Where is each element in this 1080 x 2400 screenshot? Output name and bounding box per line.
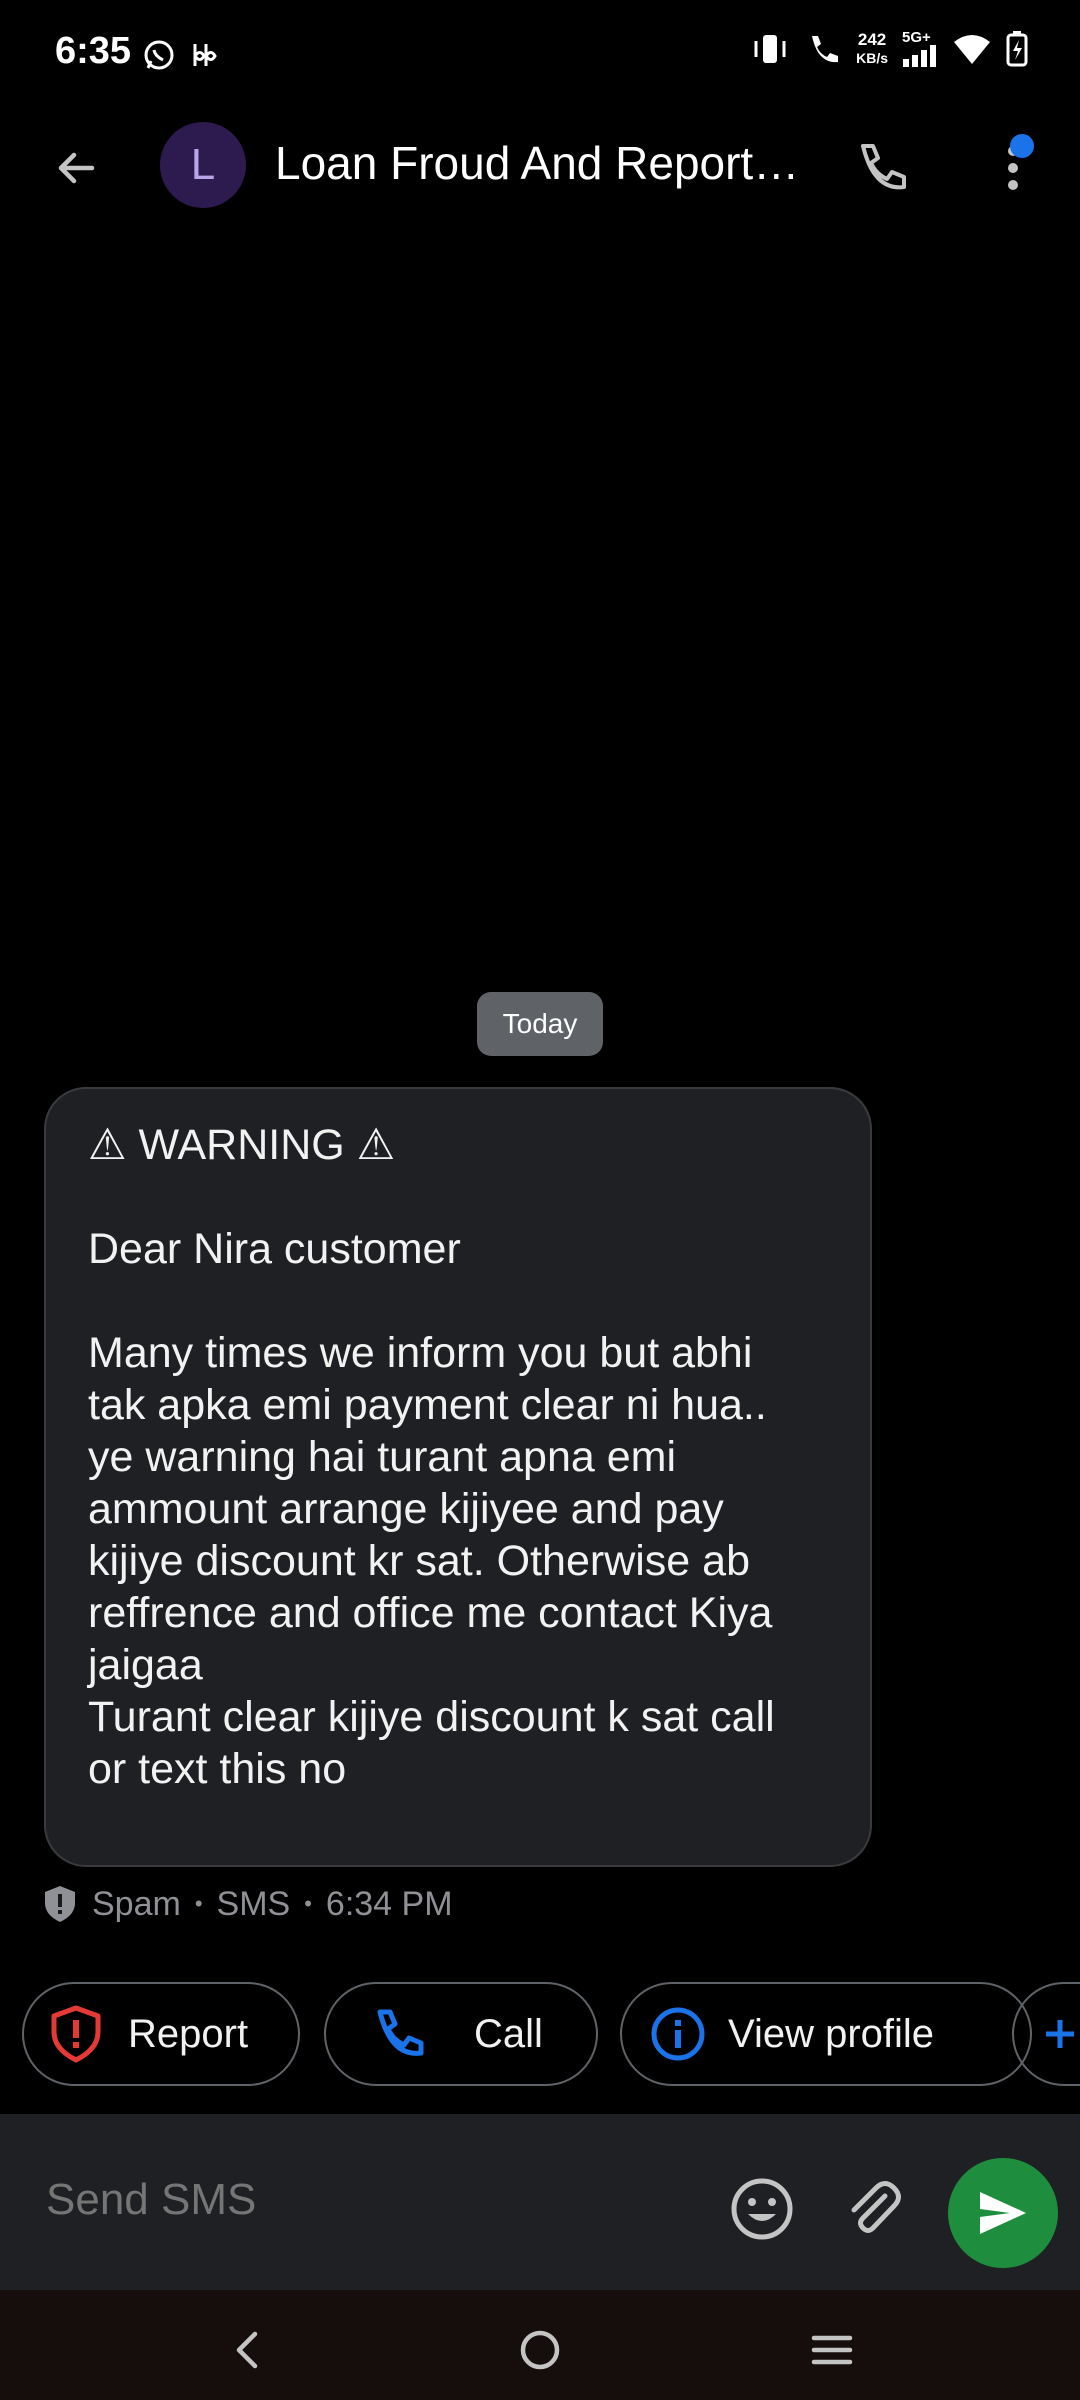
paperclip-icon bbox=[851, 2181, 901, 2233]
info-icon bbox=[648, 2004, 708, 2064]
signal-indicator: 5G+ bbox=[902, 29, 938, 67]
send-icon bbox=[980, 2192, 1026, 2234]
add-icon bbox=[1046, 2020, 1074, 2048]
message-body-line: or text this no bbox=[88, 1745, 347, 1793]
report-chip[interactable]: Report bbox=[22, 1982, 300, 2086]
network-speed-value: 242 bbox=[857, 30, 887, 49]
message-body-line: Many times we inform you but abhi bbox=[88, 1329, 753, 1377]
message-meta: Spam • SMS • 6:34 PM bbox=[42, 1882, 453, 1926]
messages-screen: 6:35 242 KB/s 5G+ L Loan Froud And Repor… bbox=[0, 0, 1080, 2400]
more-dot-icon bbox=[1008, 180, 1018, 190]
message-body-line: jaigaa bbox=[88, 1641, 203, 1689]
network-speed: 242 KB/s bbox=[856, 31, 888, 67]
call-chip[interactable]: Call bbox=[324, 1982, 598, 2086]
phone-icon bbox=[368, 2004, 428, 2064]
app-notification-icon bbox=[193, 44, 217, 66]
notification-badge bbox=[1010, 134, 1034, 158]
wifi-call-icon bbox=[812, 36, 839, 63]
message-time: 6:34 PM bbox=[325, 1884, 453, 1923]
system-nav-bar bbox=[0, 2290, 1080, 2400]
signal-bars-icon bbox=[903, 45, 936, 67]
status-system-icons: 242 KB/s 5G+ bbox=[750, 30, 1028, 68]
wifi-icon bbox=[954, 35, 990, 64]
suggestion-chips: Report Call View profile bbox=[22, 1982, 1080, 2090]
header-call-button[interactable] bbox=[845, 132, 917, 204]
phone-icon bbox=[861, 144, 906, 190]
message-body-line: kijiye discount kr sat. Otherwise ab bbox=[88, 1537, 750, 1585]
call-chip-label: Call bbox=[474, 2011, 543, 2056]
sms-input[interactable] bbox=[44, 2174, 668, 2226]
view-profile-chip[interactable]: View profile bbox=[620, 1982, 1032, 2086]
more-dot-icon bbox=[1008, 163, 1018, 173]
message-bubble[interactable]: ⚠ WARNING ⚠ Dear Nira customer Many time… bbox=[44, 1087, 872, 1867]
spam-shield-icon bbox=[45, 1886, 75, 1922]
attach-button[interactable] bbox=[838, 2174, 908, 2244]
back-button[interactable] bbox=[40, 132, 112, 204]
network-speed-unit: KB/s bbox=[856, 50, 888, 66]
emoji-button[interactable] bbox=[727, 2174, 797, 2244]
spam-label: Spam bbox=[92, 1884, 181, 1923]
nav-back-button[interactable] bbox=[217, 2320, 277, 2380]
date-separator: Today bbox=[477, 992, 603, 1056]
battery-charging-icon bbox=[1006, 31, 1028, 67]
shield-alert-icon bbox=[46, 2004, 106, 2064]
vibrate-icon bbox=[754, 35, 786, 63]
contact-avatar[interactable]: L bbox=[160, 122, 246, 208]
status-notification-icons bbox=[142, 38, 220, 72]
nav-recents-button[interactable] bbox=[802, 2320, 862, 2380]
message-warning-line: ⚠ WARNING ⚠ bbox=[88, 1121, 396, 1169]
meta-separator: • bbox=[194, 1891, 203, 1916]
status-bar: 6:35 242 KB/s 5G+ bbox=[0, 0, 1080, 110]
add-contact-chip[interactable] bbox=[1012, 1982, 1080, 2086]
message-body-line: reffrence and office me contact Kiya bbox=[88, 1589, 773, 1637]
message-body-line: Turant clear kijiye discount k sat call bbox=[88, 1693, 775, 1741]
arrow-back-icon bbox=[58, 152, 95, 184]
nav-back-icon bbox=[236, 2331, 258, 2369]
message-greeting-line: Dear Nira customer bbox=[88, 1225, 461, 1273]
conversation-header: L Loan Froud And Report… bbox=[0, 110, 1080, 222]
nav-menu-icon bbox=[811, 2335, 853, 2365]
message-body-line: ye warning hai turant apna emi bbox=[88, 1433, 677, 1481]
view-profile-chip-label: View profile bbox=[728, 2011, 935, 2056]
nav-home-icon bbox=[520, 2330, 560, 2370]
nav-home-button[interactable] bbox=[510, 2320, 570, 2380]
message-body-line: tak apka emi payment clear ni hua.. bbox=[88, 1381, 767, 1429]
status-time: 6:35 bbox=[55, 30, 132, 72]
conversation-title[interactable]: Loan Froud And Report… bbox=[275, 136, 820, 190]
message-body-line: ammount arrange kijiyee and pay bbox=[88, 1485, 724, 1533]
meta-separator: • bbox=[304, 1891, 312, 1916]
compose-bar bbox=[0, 2114, 1080, 2290]
network-type: 5G+ bbox=[902, 29, 931, 46]
channel-label: SMS bbox=[216, 1884, 291, 1923]
report-chip-label: Report bbox=[128, 2011, 249, 2056]
emoji-icon bbox=[731, 2178, 793, 2240]
whatsapp-icon bbox=[144, 40, 174, 70]
send-button[interactable] bbox=[948, 2158, 1058, 2268]
